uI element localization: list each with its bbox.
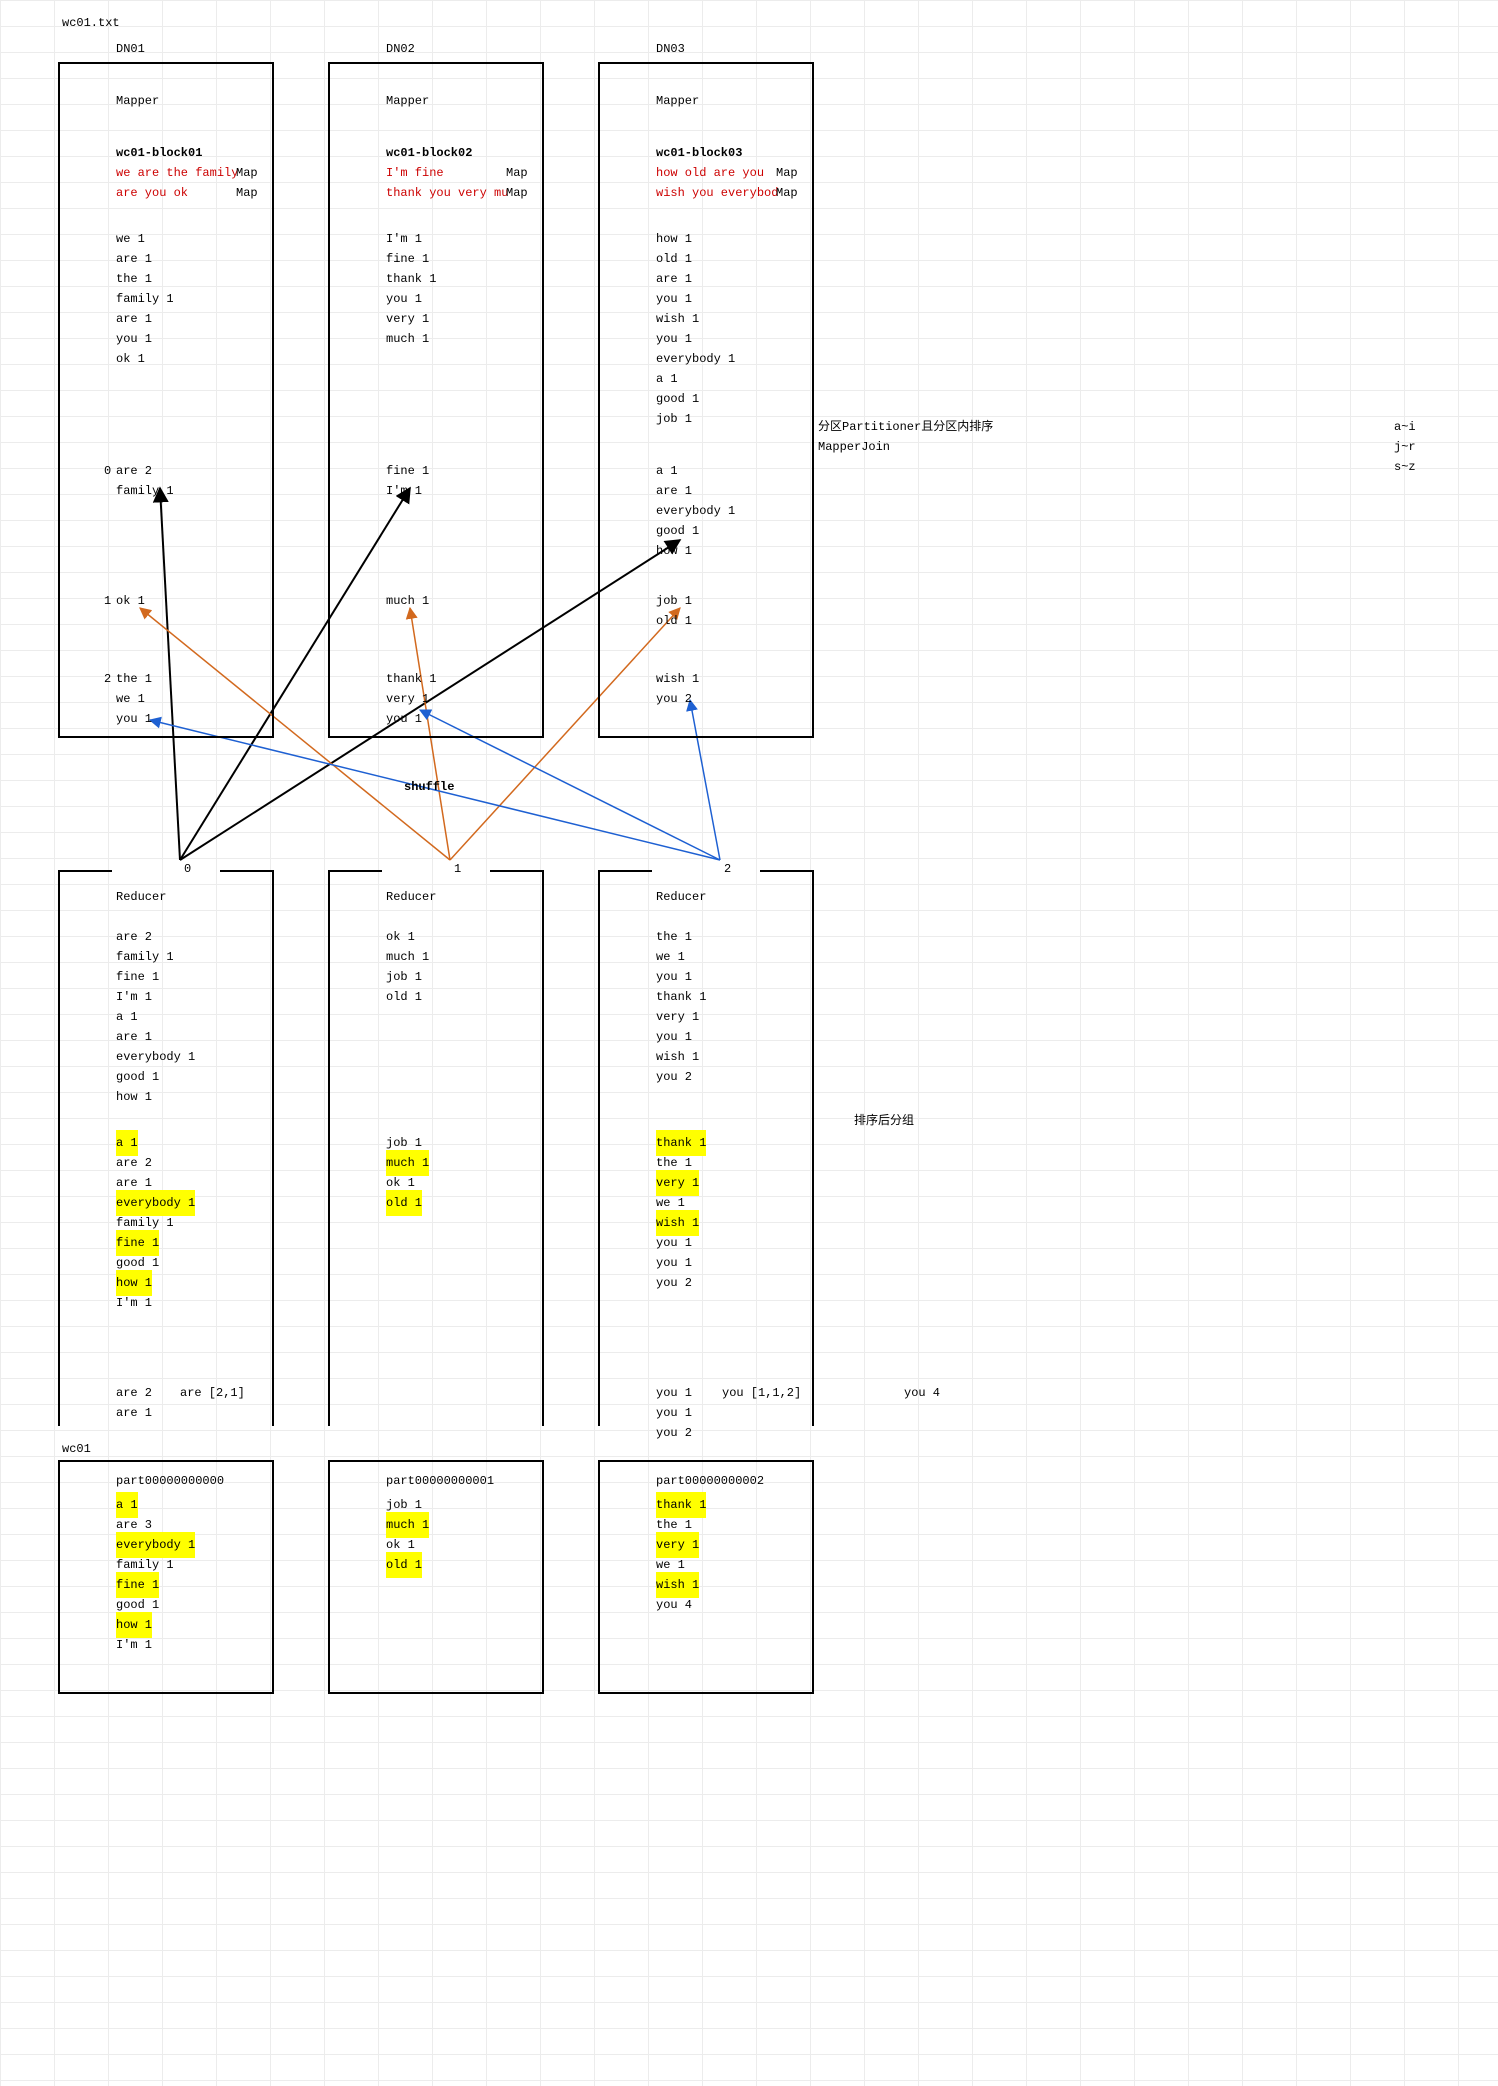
data-row: old 1 (382, 1190, 426, 1216)
data-row: how 1 (652, 538, 696, 564)
range3: s~z (1390, 454, 1420, 480)
data-row: are 1 (112, 1400, 156, 1426)
data-row: you 4 (652, 1592, 696, 1618)
r0-top-right (220, 870, 274, 872)
data-row: I'm 1 (382, 478, 426, 504)
dn02-label: DN02 (382, 36, 419, 62)
part2-name: part00000000002 (652, 1468, 768, 1494)
data-row: you 2 (652, 1420, 696, 1446)
r2-top-right (760, 870, 814, 872)
part0-name: part00000000000 (112, 1468, 228, 1494)
data-row: I'm 1 (112, 1632, 156, 1658)
data-row: ok 1 (112, 346, 149, 372)
data-row: old 1 (652, 608, 696, 634)
reducer-idx-2: 2 (720, 856, 735, 882)
block2-line2: thank you very mu (382, 180, 512, 206)
dn01-label: DN01 (112, 36, 149, 62)
sortgroup-note: 排序后分组 (850, 1108, 918, 1134)
data-row: much 1 (382, 588, 433, 614)
mapper1-title: Mapper (112, 88, 163, 114)
output1-box (328, 1460, 544, 1694)
map-label: Map (502, 180, 532, 206)
you4-label: you 4 (900, 1380, 944, 1406)
data-row: old 1 (382, 984, 426, 1010)
data-row: ok 1 (112, 588, 149, 614)
you-array: you [1,1,2] (718, 1380, 805, 1406)
map-label: Map (772, 180, 802, 206)
data-row: old 1 (382, 1552, 426, 1578)
r1-top-right (490, 870, 544, 872)
mapper2-title: Mapper (382, 88, 433, 114)
reducer1-title: Reducer (382, 884, 440, 910)
part1-name: part00000000001 (382, 1468, 498, 1494)
data-row: much 1 (382, 326, 433, 352)
data-row: you 1 (112, 706, 156, 732)
reducer-idx-0: 0 (180, 856, 195, 882)
shuffle-label: shuffle (400, 774, 458, 800)
data-row: you 2 (652, 1064, 696, 1090)
map-label: Map (232, 180, 262, 206)
data-row: job 1 (652, 406, 696, 432)
r2-top-left (598, 870, 652, 872)
block1-line2: are you ok (112, 180, 192, 206)
data-row: family 1 (112, 478, 178, 504)
reducer0-title: Reducer (112, 884, 170, 910)
data-row: you 2 (652, 686, 696, 712)
mapperjoin-note: MapperJoin (814, 434, 894, 460)
data-row: how 1 (112, 1084, 156, 1110)
are-array: are [2,1] (176, 1380, 249, 1406)
filename-label: wc01.txt (58, 10, 124, 36)
r1-top-left (328, 870, 382, 872)
reducer1-sides (328, 870, 544, 1426)
reducer2-title: Reducer (652, 884, 710, 910)
data-row: I'm 1 (112, 1290, 156, 1316)
r0-top-left (58, 870, 112, 872)
data-row: you 2 (652, 1270, 696, 1296)
reducer-idx-1: 1 (450, 856, 465, 882)
data-row: you 1 (382, 706, 426, 732)
block3-line2: wish you everybod (652, 180, 782, 206)
dn03-label: DN03 (652, 36, 689, 62)
mapper3-title: Mapper (652, 88, 703, 114)
wc01-output-label: wc01 (58, 1436, 95, 1462)
